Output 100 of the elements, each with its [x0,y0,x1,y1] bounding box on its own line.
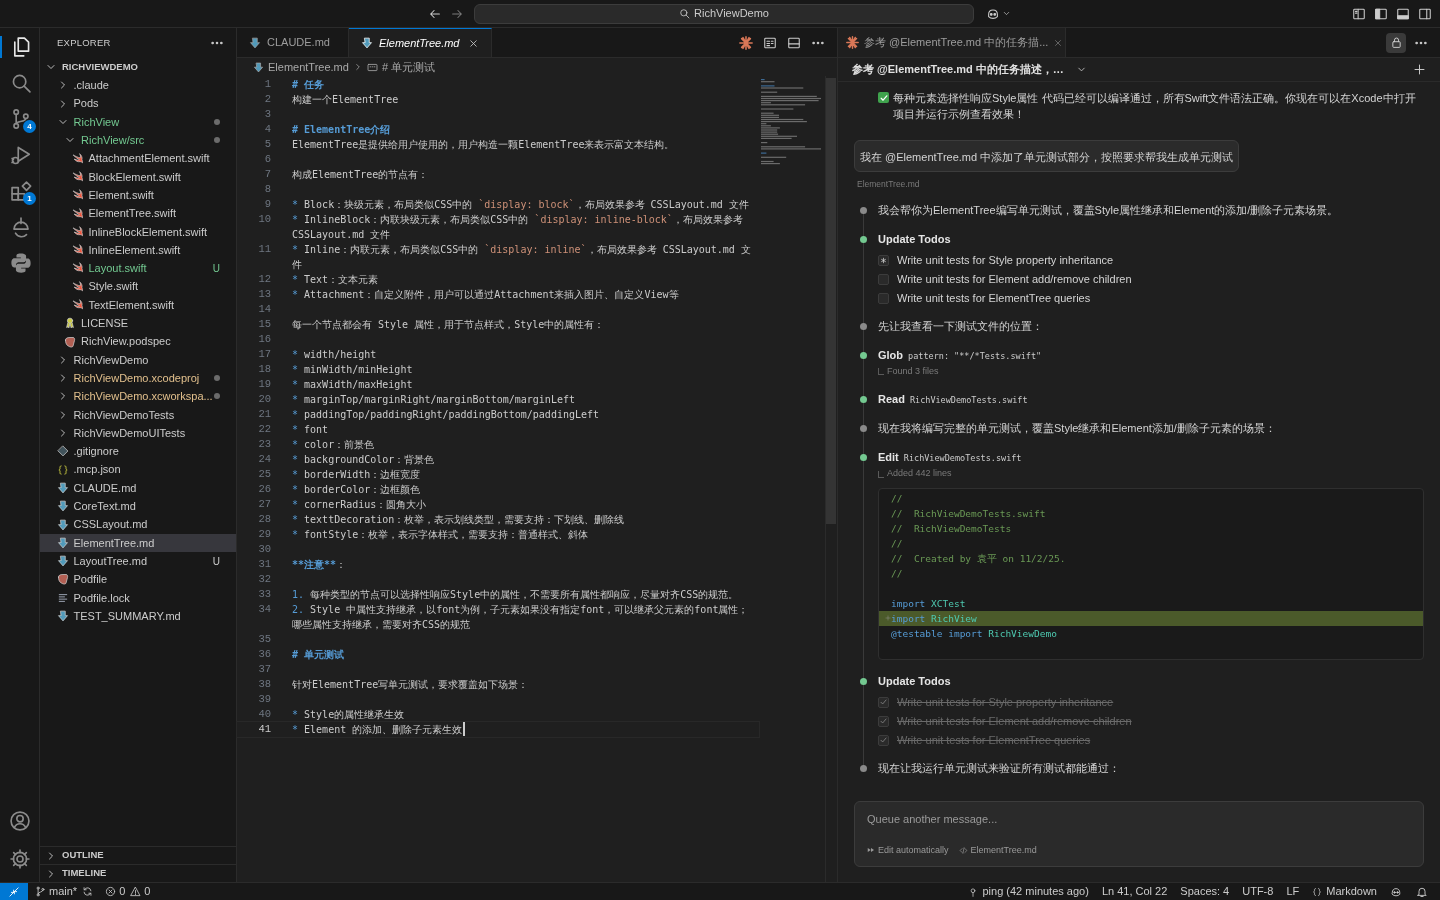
code-line: // RichViewDemoTests.swift [891,506,1046,521]
tree-item[interactable]: ElementTree.md [40,533,236,552]
code-line: * maxWidth/maxHeight [292,378,413,392]
status-item[interactable]: ping (42 minutes ago) [968,883,1089,900]
code-line: * Block：块级元素，布局类似CSS中的 `display: block`，布局效果参考 CSSLayout.md 文件 [292,198,749,212]
remote-button[interactable] [0,883,28,900]
plus-icon[interactable] [1413,63,1426,76]
mode-button[interactable]: Edit automatically [878,843,949,857]
section-header[interactable]: OUTLINE [40,846,236,864]
code-line: * color：前景色 [292,438,375,452]
code-line: * texttDecoration：枚举，表示划线类型，需要支持：下划线、删除线 [292,513,625,527]
tree-item[interactable]: RichViewDemoUITests [40,423,236,443]
todo-text: Write unit tests for Style property inheritance [897,253,1114,267]
markdown-arrow-icon [56,536,69,549]
tree-item[interactable]: RichViewDemoTests [40,405,236,424]
status-item[interactable]: LF [1286,883,1300,900]
line-number: 11 [257,242,271,257]
message-field[interactable]: Queue another message... Edit automatically ElementTree.md [854,801,1424,867]
copilot-menu-button[interactable] [986,6,1011,21]
conversation-title[interactable]: 参考 @ElementTree.md 中的任务描述，… [852,61,1064,78]
starburst-icon[interactable] [739,35,753,50]
layout-icon[interactable] [1352,6,1366,21]
blocks-icon[interactable] [9,180,32,202]
layout-icon[interactable] [1418,6,1432,21]
code-line: **注意**： [292,558,347,572]
code-line: 1. 每种类型的节点可以选择性响应Style中的属性，不需要所有属性都响应，尽量对齐CSS的规范。 [292,588,739,602]
bell-icon[interactable] [1416,885,1428,898]
tree-item[interactable]: InlineElement.swift [40,240,236,260]
tree-item[interactable]: Style.swift [40,277,236,296]
tree-item[interactable]: .claude [40,76,236,95]
swift-bird-icon [71,262,84,275]
tree-item[interactable]: TEST_SUMMARY.md [40,606,236,626]
account-icon[interactable] [8,810,31,832]
command-center-search[interactable]: RichViewDemo [474,3,974,24]
starburst-icon [846,36,859,49]
play-bug-icon[interactable] [9,144,32,166]
tree-item[interactable]: BlockElement.swift [40,167,236,187]
swift-bird-icon [71,189,84,202]
tree-item[interactable]: LayoutTree.md U [40,552,236,571]
tree-item[interactable]: .gitignore [40,442,236,461]
split-editor-icon[interactable] [787,35,801,50]
fast-forward-icon [867,846,875,855]
python-logo-icon[interactable] [9,252,32,274]
tree-item[interactable]: AttachmentElement.swift [40,149,236,168]
line-number: 7 [263,167,271,182]
tree-item[interactable]: Element.swift [40,186,236,205]
tool-name: Read [878,392,905,408]
todo-text: Write unit tests for Element add/remove children [897,272,1132,286]
tree-item[interactable]: CLAUDE.md [40,478,236,498]
branch-button[interactable]: main* [35,883,78,900]
line-number: 14 [257,302,271,317]
preview-icon[interactable] [763,35,777,50]
tree-item[interactable]: RichView/src [40,131,236,150]
status-item[interactable]: Markdown [1312,883,1377,900]
tree-item[interactable]: TextElement.swift [40,295,236,315]
tree-item[interactable]: RichViewDemo.xcworkspa... [40,387,236,406]
breadcrumb-item[interactable]: ElementTree.md [268,58,349,76]
editor-tab[interactable]: ElementTree.md [349,28,492,57]
code-line: // RichViewDemoTests [891,521,1012,536]
copilot-icon[interactable] [1390,885,1402,898]
layout-icon[interactable] [1396,6,1410,21]
tree-item[interactable]: RichViewDemo [40,350,236,370]
close-icon[interactable] [467,37,479,49]
chat-tab[interactable]: 参考 @ElementTree.md 中的任务描... [838,28,1066,57]
tree-item[interactable]: Pods [40,94,236,113]
sidebar-title: EXPLORER [57,35,111,50]
tree-item[interactable]: RichView.podspec [40,332,236,351]
lock-button[interactable] [1386,32,1406,53]
tree-item[interactable]: CoreText.md [40,497,236,516]
line-number: 23 [257,437,271,452]
diamond-icon [56,445,69,458]
status-item[interactable]: Ln 41, Col 22 [1101,883,1168,900]
tree-item[interactable]: RichViewDemo.xcodeproj [40,369,236,388]
tree-item[interactable]: .mcp.json [40,460,236,479]
settings-icon[interactable] [8,848,31,870]
status-item[interactable]: UTF-8 [1242,883,1274,900]
sync-icon[interactable] [82,886,94,897]
line-number: 2 [263,92,271,107]
tree-item[interactable]: InlineBlockElement.swift [40,222,236,241]
line-number: 9 [263,197,271,212]
line-number: 35 [257,632,271,647]
layout-icon[interactable] [1374,6,1388,21]
tree-item[interactable]: Layout.swift U [40,259,236,278]
breadcrumb-item[interactable]: # 单元测试 [381,58,436,76]
tree-item[interactable]: ElementTree.swift [40,204,236,223]
code-line: # 任务 [292,78,325,92]
tree-item[interactable]: CSSLayout.md [40,515,236,534]
attachment-label: ElementTree.md [857,178,921,191]
status-item[interactable]: Spaces: 4 [1180,883,1230,900]
tree-item[interactable]: Podfile [40,570,236,589]
project-header[interactable]: RICHVIEWDEMO [40,58,236,77]
problems-button[interactable]: 0 0 [105,883,151,900]
assistant-text: 现在我将编写完整的单元测试，覆盖Style继承和Element添加/删除子元素的场景： [878,421,1277,437]
context-file-chip[interactable]: ElementTree.md [970,843,1037,857]
tree-item[interactable]: LICENSE [40,314,236,333]
lock-icon [1389,36,1403,49]
code-line: * font [292,423,329,437]
tree-item[interactable]: Podfile.lock [40,588,236,607]
assistant-text: 现在让我运行单元测试来验证所有测试都能通过： [878,760,1121,776]
tree-item[interactable]: RichView [40,112,236,132]
